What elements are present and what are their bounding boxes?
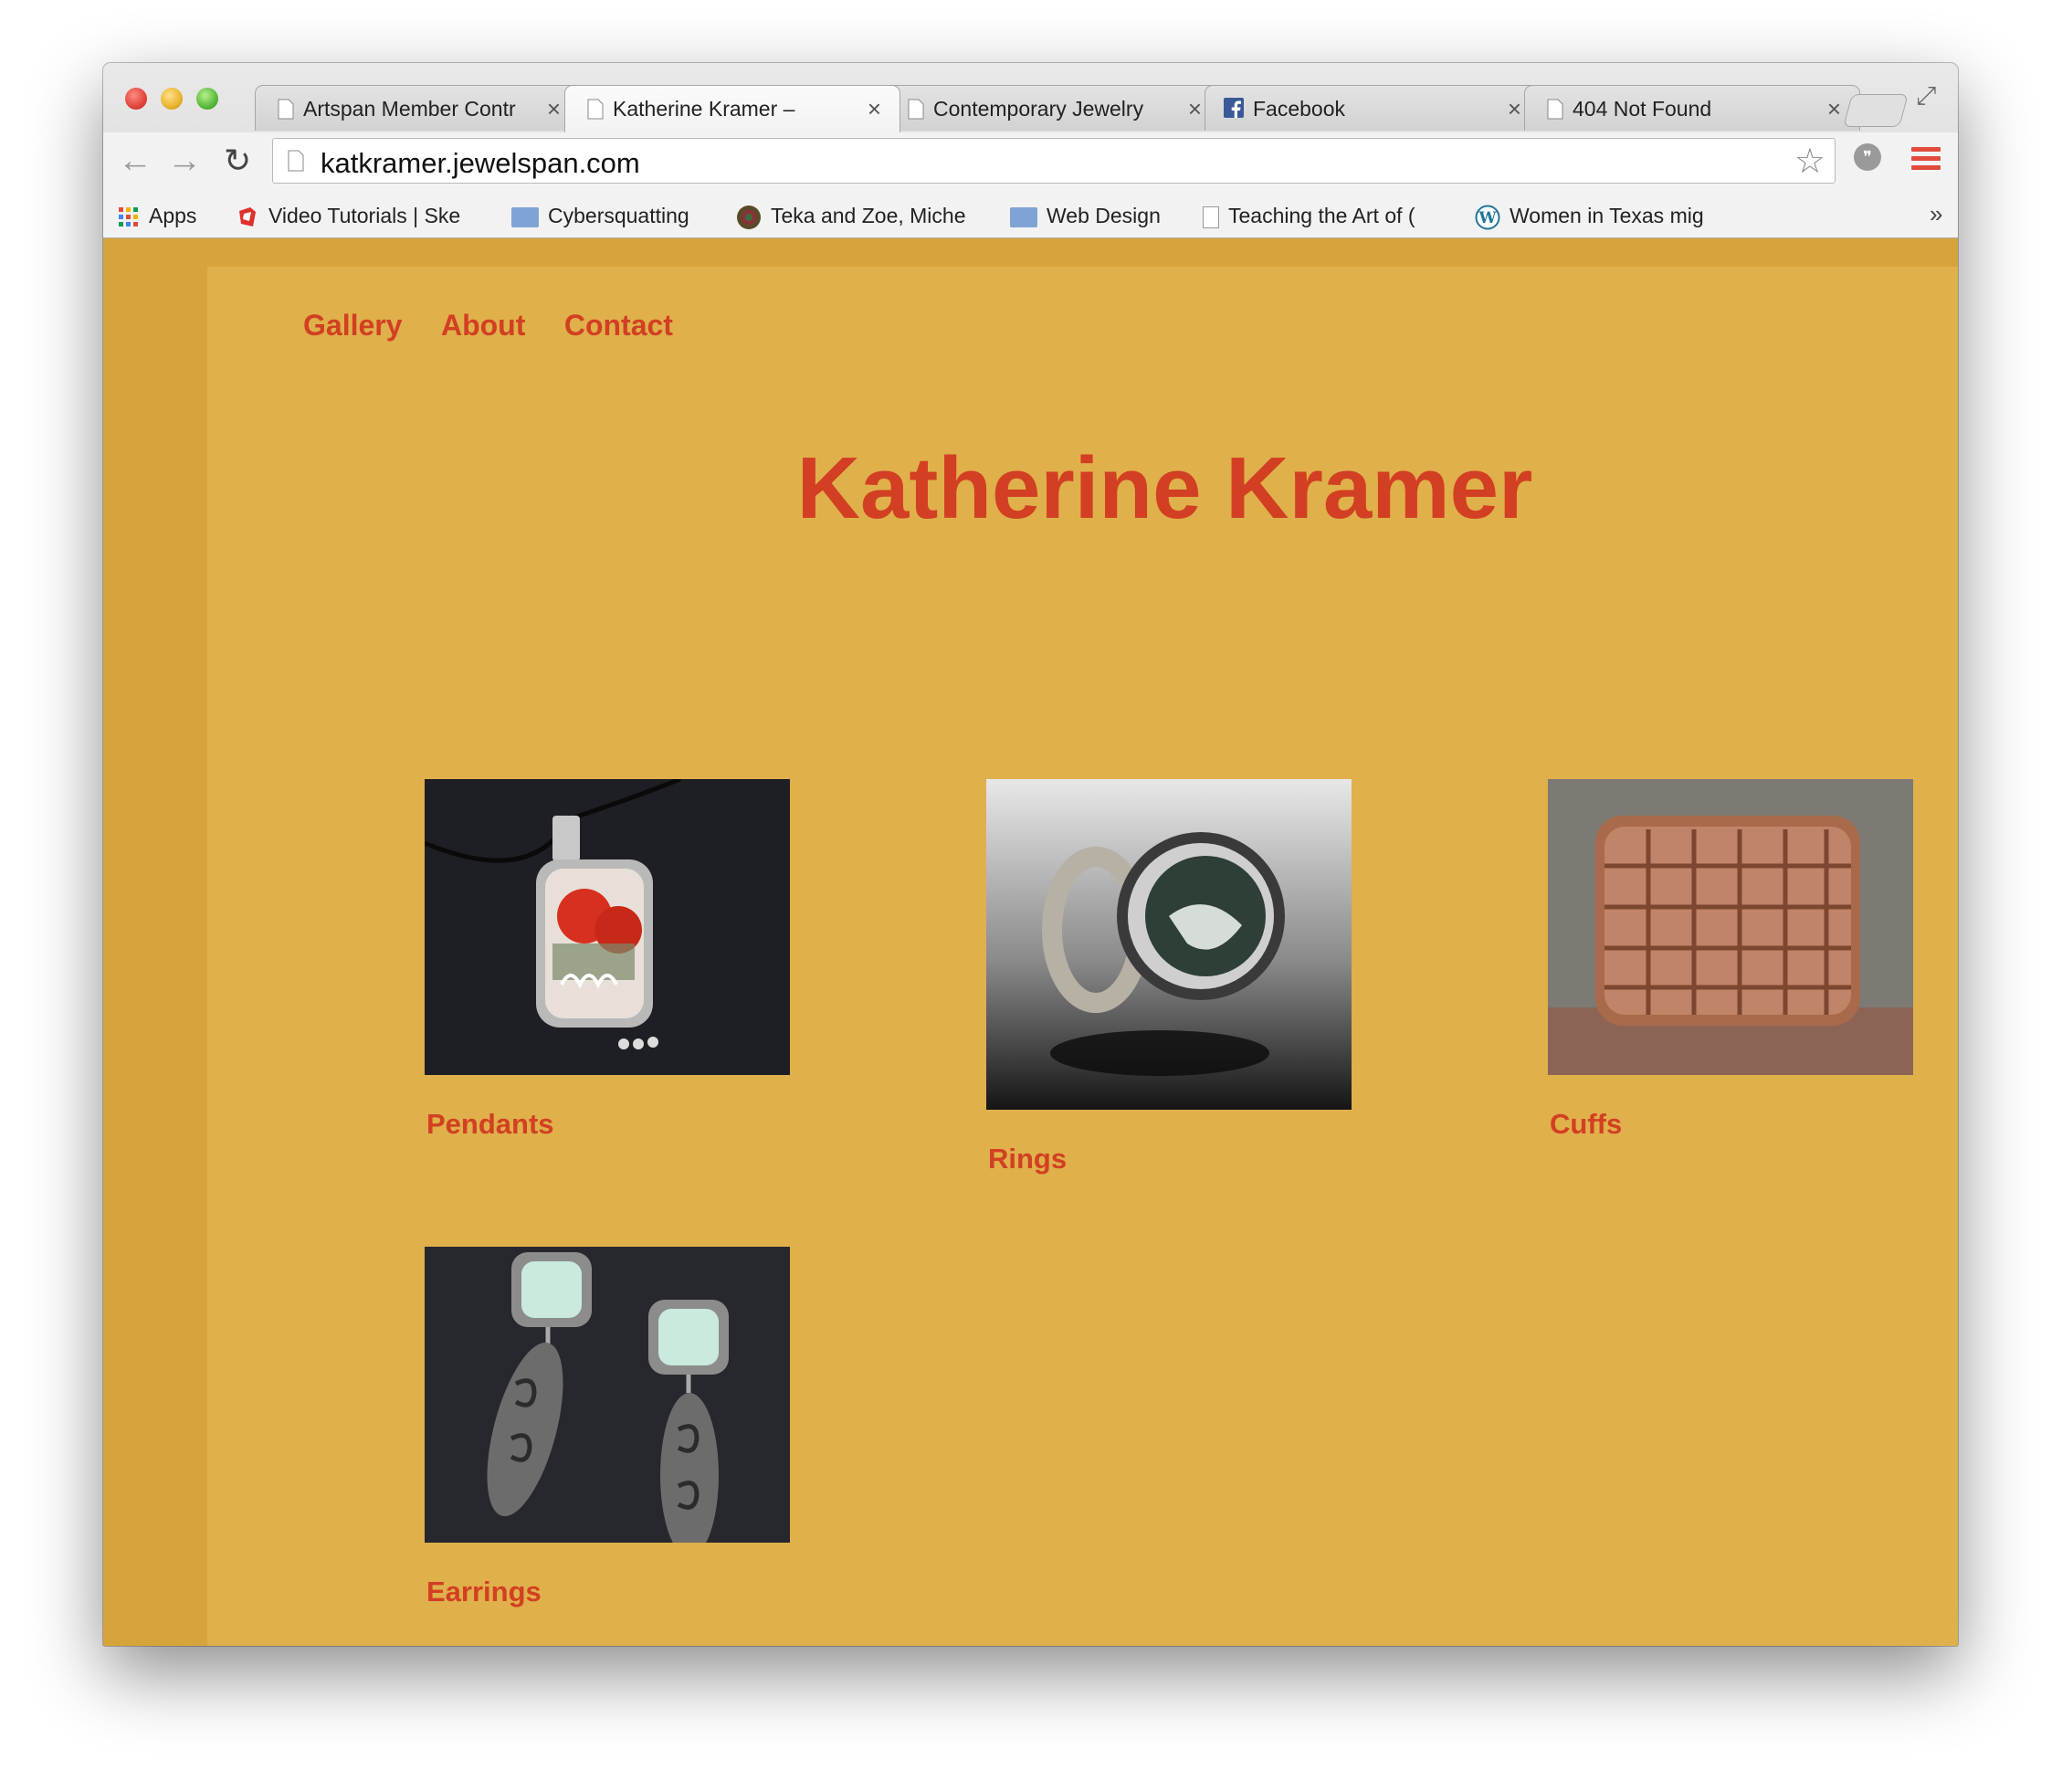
- ring-image[interactable]: [986, 779, 1352, 1110]
- gallery-item-earrings[interactable]: Earrings: [425, 1247, 790, 1608]
- site-content: Gallery About Contact Katherine Kramer P…: [207, 267, 1958, 1646]
- tab-contemporary-jewelry[interactable]: Contemporary Jewelry ×: [885, 85, 1221, 131]
- menu-icon[interactable]: [1911, 147, 1941, 174]
- gallery-item-pendants[interactable]: Pendants: [425, 779, 790, 1141]
- tab-katherine-kramer[interactable]: Katherine Kramer – ×: [564, 85, 900, 132]
- bookmark-label: Video Tutorials | Ske: [268, 204, 461, 227]
- back-arrow-icon[interactable]: ←: [118, 142, 153, 181]
- folder-icon: [511, 206, 539, 227]
- page-icon: [1203, 206, 1219, 228]
- tab-artspan[interactable]: Artspan Member Contr ×: [255, 85, 580, 131]
- site-title: Katherine Kramer: [796, 439, 1533, 537]
- folder-icon: [1010, 206, 1037, 227]
- fullscreen-icon[interactable]: ⤢: [1916, 81, 1936, 111]
- close-window-button[interactable]: [125, 88, 147, 110]
- gallery-item-cuffs[interactable]: Cuffs: [1548, 779, 1913, 1141]
- tab-404-not-found[interactable]: 404 Not Found ×: [1524, 85, 1860, 131]
- gallery-caption[interactable]: Cuffs: [1550, 1108, 1913, 1141]
- close-icon[interactable]: ×: [1508, 95, 1521, 123]
- close-icon[interactable]: ×: [1188, 95, 1202, 123]
- wordpress-icon: W: [1475, 205, 1500, 230]
- gallery-caption[interactable]: Earrings: [426, 1576, 790, 1608]
- extension-icon[interactable]: ❞: [1854, 143, 1881, 171]
- bookmark-label: Teka and Zoe, Miche: [771, 204, 966, 227]
- page-icon: [288, 150, 304, 172]
- close-icon[interactable]: ×: [1827, 95, 1841, 123]
- gallery-caption[interactable]: Pendants: [426, 1108, 790, 1141]
- cuff-image[interactable]: [1548, 779, 1913, 1075]
- nav-gallery[interactable]: Gallery: [303, 309, 403, 343]
- address-bar[interactable]: katkramer.jewelspan.com ☆: [272, 138, 1836, 184]
- page-viewport: Gallery About Contact Katherine Kramer P…: [103, 238, 1958, 1646]
- page-icon: [908, 99, 924, 120]
- tab-title: Contemporary Jewelry: [933, 97, 1144, 121]
- apps-grid-icon: [119, 206, 138, 227]
- bookmark-cybersquatting[interactable]: Cybersquatting: [511, 204, 689, 228]
- facebook-icon: [1224, 98, 1244, 118]
- avatar-icon: [737, 205, 761, 229]
- minimize-window-button[interactable]: [161, 88, 183, 110]
- bookmark-label: Cybersquatting: [548, 204, 689, 227]
- more-bookmarks-icon[interactable]: »: [1930, 200, 1942, 228]
- new-tab-button[interactable]: [1843, 94, 1909, 127]
- nav-about[interactable]: About: [441, 309, 525, 343]
- sketchup-icon: [239, 206, 256, 227]
- tab-title: Katherine Kramer –: [613, 97, 795, 121]
- bookmark-web-design[interactable]: Web Design: [1010, 204, 1161, 228]
- bookmark-label: Web Design: [1047, 204, 1161, 227]
- zoom-window-button[interactable]: [196, 88, 218, 110]
- forward-arrow-icon[interactable]: →: [167, 142, 202, 181]
- tab-title: 404 Not Found: [1573, 97, 1712, 121]
- tab-facebook[interactable]: Facebook ×: [1205, 85, 1541, 131]
- bookmark-label: Women in Texas mig: [1510, 204, 1704, 227]
- close-icon[interactable]: ×: [547, 95, 561, 123]
- browser-toolbar: ← → ↻ katkramer.jewelspan.com ☆ ❞: [103, 132, 1958, 195]
- close-icon[interactable]: ×: [868, 95, 881, 123]
- gallery-caption[interactable]: Rings: [988, 1143, 1352, 1175]
- page-icon: [278, 99, 294, 120]
- earrings-image[interactable]: [425, 1247, 790, 1543]
- bookmark-star-icon[interactable]: ☆: [1794, 141, 1825, 182]
- url-text[interactable]: katkramer.jewelspan.com: [321, 147, 640, 180]
- tab-title: Facebook: [1253, 97, 1346, 121]
- bookmark-label: Apps: [149, 204, 197, 227]
- bookmark-apps[interactable]: Apps: [118, 204, 196, 228]
- gallery-item-rings[interactable]: Rings: [986, 779, 1352, 1175]
- bookmark-women-in-texas[interactable]: W Women in Texas mig: [1475, 204, 1822, 230]
- svg-text:W: W: [1478, 209, 1497, 227]
- tab-title: Artspan Member Contr: [303, 97, 516, 121]
- bookmark-label: Teaching the Art of (: [1228, 204, 1415, 227]
- browser-chrome: Artspan Member Contr × Katherine Kramer …: [103, 63, 1958, 238]
- site-nav: Gallery About Contact: [303, 309, 708, 343]
- nav-contact[interactable]: Contact: [564, 309, 673, 343]
- bookmarks-bar: Apps Video Tutorials | Ske Cybersquattin…: [103, 195, 1958, 237]
- reload-icon[interactable]: ↻: [224, 142, 251, 180]
- page-icon: [1547, 99, 1563, 120]
- pendant-image[interactable]: [425, 779, 790, 1075]
- browser-window: Artspan Member Contr × Katherine Kramer …: [103, 63, 1958, 1646]
- page-icon: [587, 99, 604, 120]
